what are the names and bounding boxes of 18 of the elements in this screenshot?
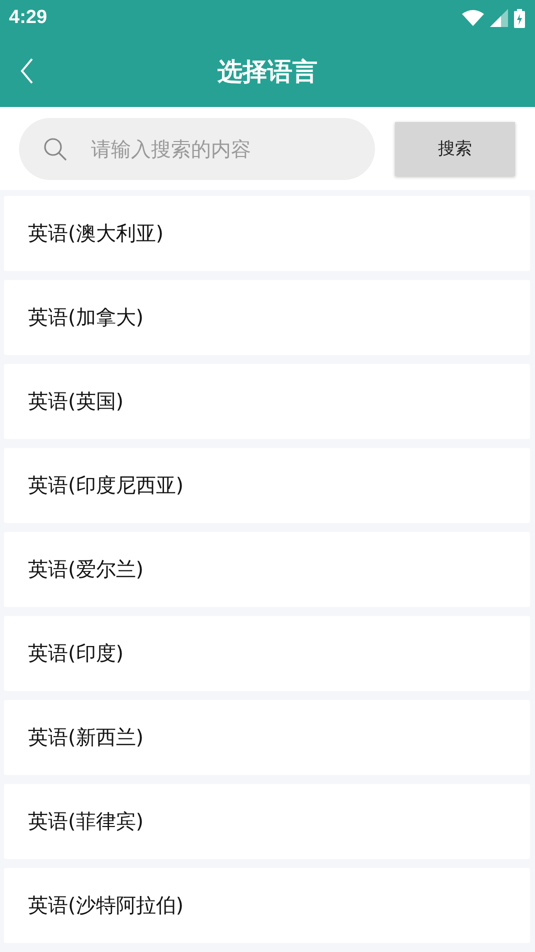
language-item[interactable]: 英语(印度尼西亚) [4,448,530,523]
search-field[interactable]: 请输入搜索的内容 [19,118,375,180]
language-item[interactable]: 英语(加拿大) [4,280,530,355]
battery-icon [514,8,525,28]
language-item[interactable]: 英语(印度) [4,616,530,691]
wifi-icon [462,10,484,26]
language-item[interactable]: 英语(新西兰) [4,700,530,775]
language-item[interactable]: 英语(澳大利亚) [4,196,530,271]
page-title: 选择语言 [218,56,318,88]
language-item[interactable]: 英语(爱尔兰) [4,532,530,607]
chevron-left-icon [20,58,34,84]
search-icon [43,136,67,160]
language-item[interactable]: 英语(沙特阿拉伯) [4,868,530,943]
language-item[interactable]: 英语(英国) [4,364,530,439]
search-button[interactable]: 搜索 [395,122,515,176]
signal-icon [490,9,508,27]
language-item[interactable]: 英语(菲律宾) [4,784,530,859]
clock-text: 4:29 [9,7,48,29]
